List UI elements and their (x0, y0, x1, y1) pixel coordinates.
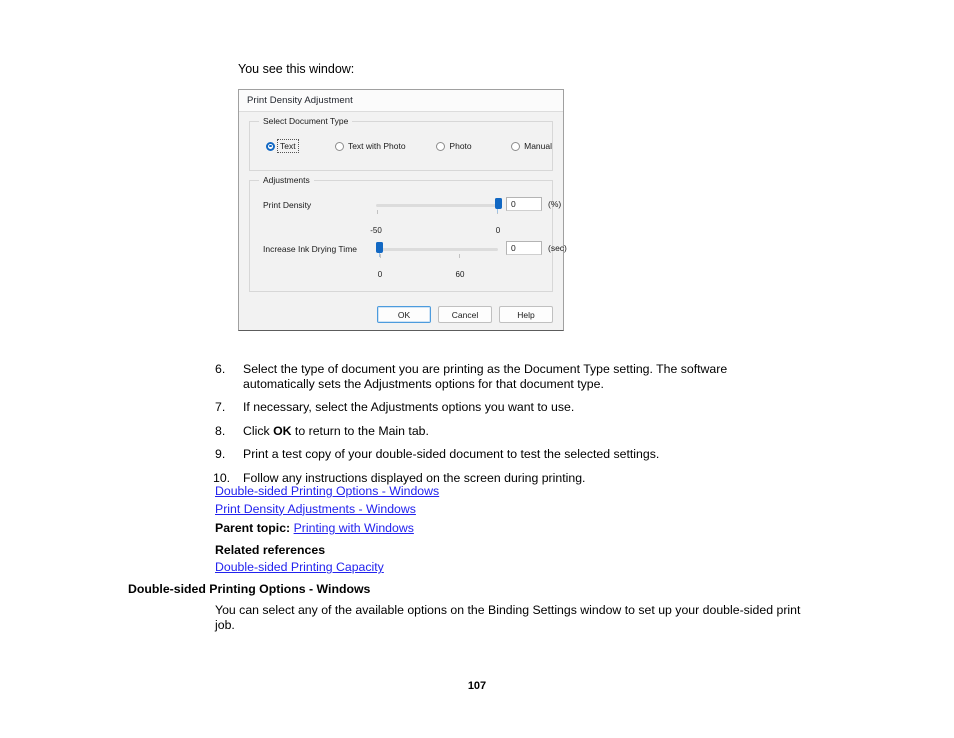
intro-line: You see this window: (238, 62, 355, 76)
parent-topic-label: Parent topic: (215, 521, 291, 536)
radio-option-text-with-photo[interactable]: Text with Photo (334, 141, 436, 151)
radio-label: Photo (449, 141, 472, 151)
dialog-body: Select Document Type Text Text with Phot… (239, 112, 567, 331)
page-number: 107 (467, 680, 487, 692)
dialog-button-row: OK Cancel Help (239, 306, 553, 323)
ink-drying-time-slider[interactable]: 0 60 (376, 242, 498, 279)
print-density-value: 0 (511, 199, 516, 209)
adjustments-label: Adjustments (259, 175, 314, 185)
ink-drying-time-row: Increase Ink Drying Time 0 60 0 (sec) (250, 239, 567, 279)
step-number: 6. (215, 362, 226, 376)
slider-thumb[interactable] (494, 198, 502, 213)
document-page: You see this window: Print Density Adjus… (0, 0, 954, 738)
print-density-row: Print Density -50 0 0 (%) (250, 195, 561, 235)
slider-track (376, 248, 498, 251)
step-text: Select the type of document you are prin… (243, 362, 728, 391)
radio-option-photo[interactable]: Photo (436, 141, 511, 151)
step-bold-ok: OK (273, 423, 292, 438)
print-density-input[interactable]: 0 (506, 197, 542, 211)
slider-track (376, 204, 498, 207)
print-density-slider[interactable]: -50 0 (370, 198, 502, 235)
radio-icon (334, 141, 344, 151)
step-6: 6. Select the type of document you are p… (215, 362, 775, 391)
radio-label: Manual (524, 141, 552, 151)
slider-tick (459, 254, 460, 258)
step-number: 7. (215, 400, 226, 414)
radio-option-manual[interactable]: Manual (511, 141, 552, 151)
link-print-density-adjustments[interactable]: Print Density Adjustments - Windows (215, 502, 416, 516)
related-references-heading: Related references (215, 542, 326, 557)
section-heading: Double-sided Printing Options - Windows (128, 582, 371, 596)
step-text-before: Click (243, 423, 274, 438)
slider-tick (380, 254, 381, 258)
ink-drying-time-unit: (sec) (548, 243, 567, 253)
adjustments-group: Adjustments Print Density -50 0 0 (%) In… (249, 175, 567, 292)
ink-drying-time-input[interactable]: 0 (506, 241, 542, 255)
ink-drying-time-min-label: 0 (377, 270, 383, 279)
print-density-adjustment-dialog: Print Density Adjustment Select Document… (238, 89, 567, 331)
step-8: 8. Click OK to return to the Main tab. (215, 424, 775, 439)
link-double-sided-printing-options[interactable]: Double-sided Printing Options - Windows (215, 484, 439, 498)
radio-icon (266, 141, 275, 151)
ok-button[interactable]: OK (377, 306, 431, 323)
select-document-type-label: Select Document Type (259, 116, 353, 126)
ink-drying-time-max-label: 60 (455, 270, 465, 279)
document-type-radio-row: Text Text with Photo Photo Manual (250, 122, 552, 170)
link-double-sided-printing-capacity[interactable]: Double-sided Printing Capacity (215, 560, 384, 574)
section-body-text: You can select any of the available opti… (215, 603, 801, 632)
step-text: Print a test copy of your double-sided d… (243, 447, 660, 461)
select-document-type-group: Select Document Type Text Text with Phot… (249, 116, 553, 171)
parent-topic-row: Parent topic: Printing with Windows (215, 520, 439, 538)
radio-icon (436, 141, 446, 151)
step-number: 9. (215, 447, 226, 461)
step-text-after: to return to the Main tab. (291, 423, 429, 438)
radio-label: Text with Photo (347, 141, 406, 151)
print-density-max-label: 0 (495, 226, 501, 235)
ink-drying-time-value: 0 (511, 243, 516, 253)
instruction-steps: 6. Select the type of document you are p… (213, 362, 775, 494)
link-printing-with-windows[interactable]: Printing with Windows (294, 521, 414, 535)
slider-tick (377, 210, 378, 214)
step-number: 8. (215, 423, 226, 438)
radio-icon (511, 141, 521, 151)
dialog-title: Print Density Adjustment (247, 95, 353, 106)
ink-drying-time-label: Increase Ink Drying Time (263, 244, 358, 254)
radio-option-text[interactable]: Text (266, 139, 335, 153)
step-9: 9. Print a test copy of your double-side… (215, 447, 775, 462)
links-section: Double-sided Printing Options - Windows … (215, 483, 439, 577)
help-button[interactable]: Help (499, 306, 553, 323)
slider-thumb[interactable] (376, 242, 384, 257)
radio-label: Text (277, 139, 299, 153)
print-density-label: Print Density (263, 200, 312, 210)
step-7: 7. If necessary, select the Adjustments … (215, 400, 775, 415)
dialog-titlebar: Print Density Adjustment (239, 90, 563, 112)
print-density-unit: (%) (548, 199, 562, 209)
step-text: If necessary, select the Adjustments opt… (243, 400, 575, 414)
cancel-button[interactable]: Cancel (438, 306, 492, 323)
print-density-min-label: -50 (370, 226, 382, 235)
